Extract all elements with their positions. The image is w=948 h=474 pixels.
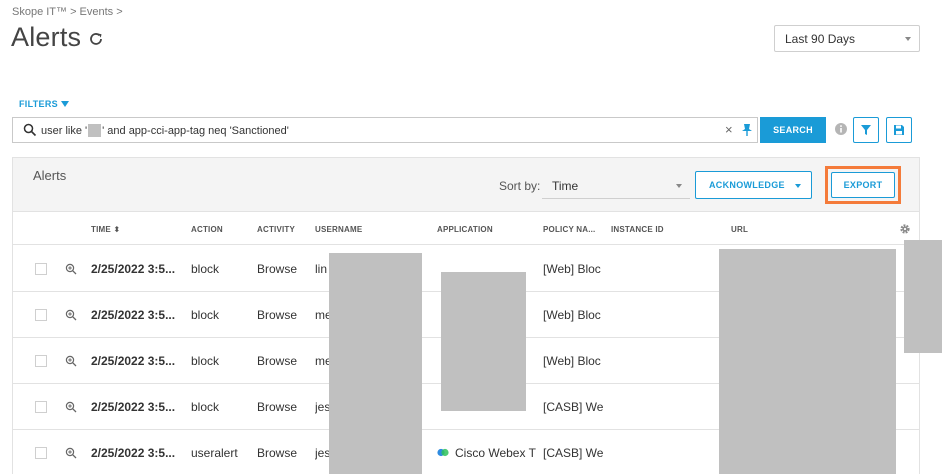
zoom-in-icon[interactable] [65, 401, 77, 413]
gear-icon[interactable] [899, 223, 911, 235]
row-checkbox[interactable] [35, 263, 47, 275]
cell-action: useralert [191, 446, 238, 460]
row-checkbox[interactable] [35, 401, 47, 413]
acknowledge-label: ACKNOWLEDGE [709, 180, 785, 190]
zoom-in-icon[interactable] [65, 355, 77, 367]
filter-button[interactable] [853, 117, 879, 143]
cell-policy: [Web] Bloc [543, 262, 601, 276]
filters-toggle[interactable]: FILTERS [19, 99, 69, 109]
table-header: TIME ⬍ ACTION ACTIVITY USERNAME APPLICAT… [13, 213, 919, 245]
panel-header: Alerts Sort by: Time ACKNOWLEDGE EXPORT [13, 158, 919, 212]
row-checkbox[interactable] [35, 355, 47, 367]
cell-action: block [191, 400, 220, 414]
chevron-down-icon [905, 37, 911, 41]
cell-time: 2/25/2022 3:5... [91, 308, 176, 322]
row-checkbox[interactable] [35, 309, 47, 321]
cell-application-label: Cisco Webex T [455, 446, 536, 460]
col-header-time[interactable]: TIME ⬍ [91, 225, 120, 234]
cell-policy: [CASB] We [543, 400, 603, 414]
cell-activity: Browse [257, 446, 298, 460]
cell-action: block [191, 308, 220, 322]
row-checkbox[interactable] [35, 447, 47, 459]
save-query-button[interactable] [886, 117, 912, 143]
funnel-icon [861, 125, 871, 135]
page-title: Alerts [11, 22, 82, 52]
cell-action: block [191, 262, 220, 276]
acknowledge-button[interactable]: ACKNOWLEDGE [695, 171, 812, 199]
export-highlight-box: EXPORT [825, 166, 901, 204]
search-input[interactable]: user like ' ' and app-cci-app-tag neq 'Sa… [12, 117, 758, 143]
cell-activity: Browse [257, 400, 298, 414]
search-button[interactable]: SEARCH [760, 117, 826, 143]
redaction-block [904, 240, 942, 353]
sort-label: Sort by: [499, 179, 541, 193]
col-header-instance-id[interactable]: INSTANCE ID [611, 225, 664, 234]
cell-activity: Browse [257, 308, 298, 322]
save-icon [894, 125, 904, 135]
col-header-activity[interactable]: ACTIVITY [257, 225, 295, 234]
redaction-block [441, 272, 526, 411]
cell-time: 2/25/2022 3:5... [91, 354, 176, 368]
cell-application: Cisco Webex T [437, 446, 542, 460]
time-range-value: Last 90 Days [785, 32, 856, 46]
col-header-application[interactable]: APPLICATION [437, 225, 493, 234]
cell-time: 2/25/2022 3:5... [91, 446, 176, 460]
col-header-action[interactable]: ACTION [191, 225, 223, 234]
cell-activity: Browse [257, 262, 298, 276]
redacted-username [88, 124, 102, 137]
caret-down-icon [60, 101, 69, 107]
search-query: user like ' ' and app-cci-app-tag neq 'Sa… [41, 124, 289, 137]
redaction-block [719, 249, 896, 474]
cell-time: 2/25/2022 3:5... [91, 262, 176, 276]
zoom-in-icon[interactable] [65, 309, 77, 321]
redaction-block [329, 253, 422, 474]
cell-action: block [191, 354, 220, 368]
col-header-url[interactable]: URL [731, 225, 748, 234]
time-range-select[interactable]: Last 90 Days [774, 25, 920, 52]
chevron-down-icon [676, 184, 682, 188]
zoom-in-icon[interactable] [65, 447, 77, 459]
refresh-icon[interactable] [87, 30, 105, 48]
sort-value: Time [552, 179, 579, 193]
cell-policy: [CASB] We [543, 446, 603, 460]
info-icon[interactable] [834, 122, 848, 136]
panel-title: Alerts [33, 168, 67, 183]
chevron-down-icon [795, 184, 801, 188]
breadcrumb[interactable]: Skope IT™ > Events > [12, 6, 123, 18]
cell-activity: Browse [257, 354, 298, 368]
pin-icon[interactable] [741, 123, 753, 137]
search-icon [23, 123, 37, 137]
zoom-in-icon[interactable] [65, 263, 77, 275]
cell-time: 2/25/2022 3:5... [91, 400, 176, 414]
clear-search-icon[interactable]: × [725, 122, 733, 137]
filters-label: FILTERS [19, 99, 58, 109]
sort-select[interactable]: Time [542, 172, 690, 199]
cell-policy: [Web] Bloc [543, 308, 601, 322]
export-button[interactable]: EXPORT [831, 172, 895, 198]
col-header-policy-name[interactable]: POLICY NA... [543, 225, 595, 234]
cell-policy: [Web] Bloc [543, 354, 601, 368]
cisco-webex-icon [437, 448, 449, 457]
col-header-username[interactable]: USERNAME [315, 225, 362, 234]
